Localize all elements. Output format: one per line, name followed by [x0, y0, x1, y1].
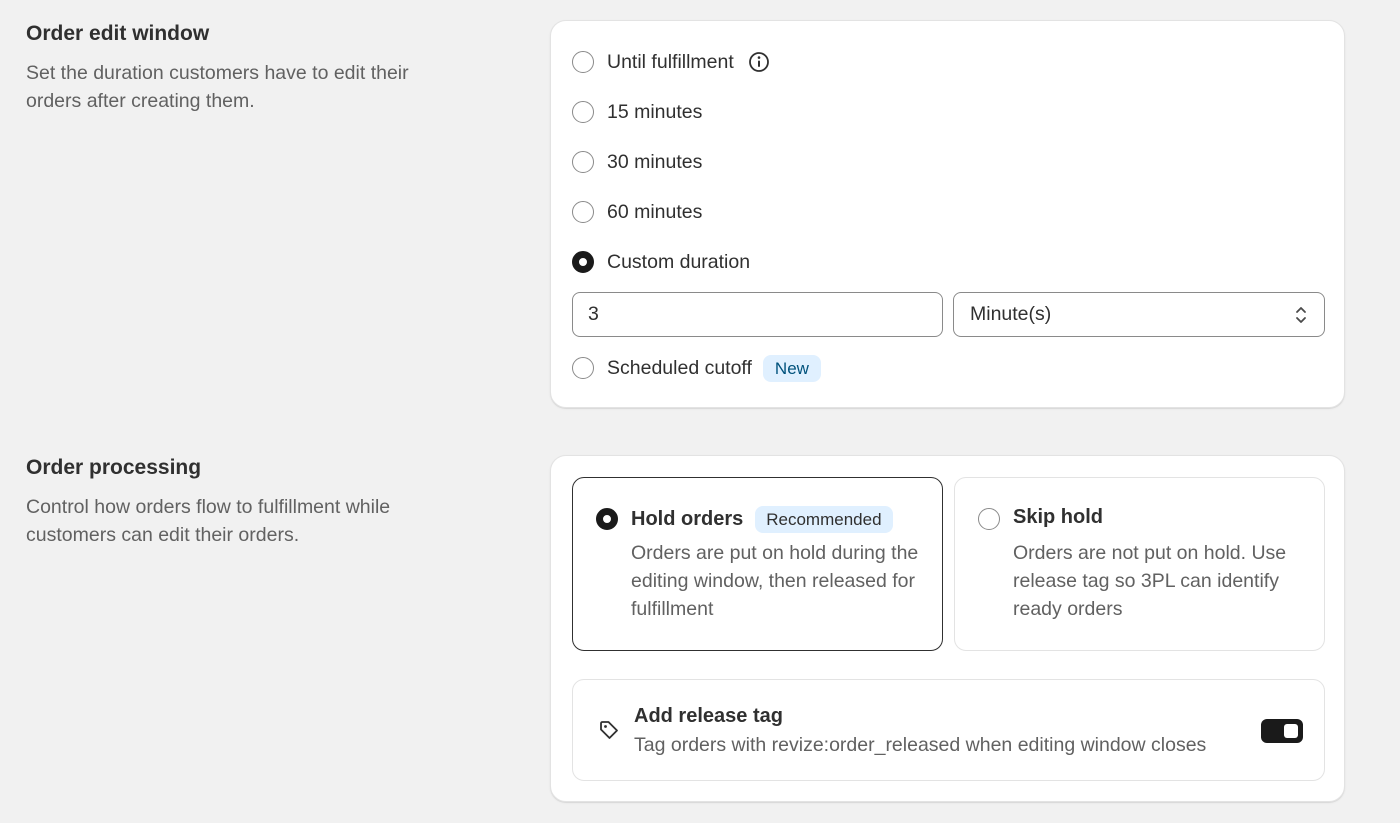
duration-unit-value: Minute(s)	[970, 303, 1052, 325]
option-15-minutes[interactable]: 15 minutes	[572, 98, 702, 126]
option-label: 60 minutes	[607, 200, 703, 223]
skip-hold-description: Orders are not put on hold. Use release …	[1013, 542, 1287, 620]
release-tag-description: Tag orders with revize:order_released wh…	[634, 734, 1207, 756]
option-60-minutes[interactable]: 60 minutes	[572, 198, 702, 226]
order-processing-description-block: Order processing Control how orders flow…	[26, 455, 446, 549]
option-label: 15 minutes	[607, 100, 703, 123]
hold-orders-header: Hold orders Recommended	[631, 506, 893, 533]
settings-page: Order edit window Set the duration custo…	[0, 0, 1400, 823]
radio-skip-hold[interactable]	[978, 508, 1000, 530]
option-30-minutes[interactable]: 30 minutes	[572, 148, 702, 176]
radio-hold-orders[interactable]	[596, 508, 618, 530]
option-custom-duration[interactable]: Custom duration	[572, 248, 750, 276]
hold-orders-description: Orders are put on hold during the editin…	[631, 542, 919, 620]
toggle-knob	[1284, 724, 1298, 738]
release-tag-title: Add release tag	[634, 705, 783, 727]
order-edit-window-card: Until fulfillment 15 minutes 30 minutes …	[550, 20, 1345, 408]
order-processing-title: Order processing	[26, 456, 202, 479]
custom-duration-input[interactable]	[572, 292, 943, 337]
radio-until-fulfillment[interactable]	[572, 51, 594, 73]
order-processing-card: Hold orders Recommended Orders are put o…	[550, 455, 1345, 802]
option-scheduled-cutoff[interactable]: Scheduled cutoff New	[572, 354, 821, 382]
option-label: Custom duration	[607, 250, 751, 273]
new-badge: New	[762, 354, 821, 382]
radio-30-minutes[interactable]	[572, 151, 594, 173]
radio-custom-duration[interactable]	[572, 251, 594, 273]
option-until-fulfillment[interactable]: Until fulfillment	[572, 48, 770, 76]
option-label: 30 minutes	[607, 150, 703, 173]
tag-icon	[598, 719, 620, 741]
info-icon[interactable]	[748, 51, 770, 73]
select-chevron-icon	[1294, 304, 1308, 326]
release-tag-panel: Add release tag Tag orders with revize:o…	[572, 679, 1325, 781]
option-label: Until fulfillment	[607, 50, 734, 73]
duration-unit-select[interactable]: Minute(s)	[953, 292, 1325, 337]
skip-hold-title: Skip hold	[1013, 506, 1103, 528]
option-label: Scheduled cutoff	[607, 356, 752, 379]
skip-hold-tile[interactable]: Skip hold Orders are not put on hold. Us…	[954, 477, 1325, 651]
release-tag-toggle[interactable]	[1261, 719, 1303, 743]
order-edit-window-title: Order edit window	[26, 22, 210, 45]
order-edit-window-description: Set the duration customers have to edit …	[26, 62, 409, 112]
order-edit-window-description-block: Order edit window Set the duration custo…	[26, 21, 446, 115]
radio-scheduled-cutoff[interactable]	[572, 357, 594, 379]
skip-hold-header: Skip hold	[1013, 506, 1103, 529]
recommended-badge: Recommended	[755, 506, 893, 533]
radio-60-minutes[interactable]	[572, 201, 594, 223]
hold-orders-title: Hold orders	[631, 508, 744, 530]
radio-15-minutes[interactable]	[572, 101, 594, 123]
order-processing-description: Control how orders flow to fulfillment w…	[26, 496, 391, 546]
hold-orders-tile[interactable]: Hold orders Recommended Orders are put o…	[572, 477, 943, 651]
